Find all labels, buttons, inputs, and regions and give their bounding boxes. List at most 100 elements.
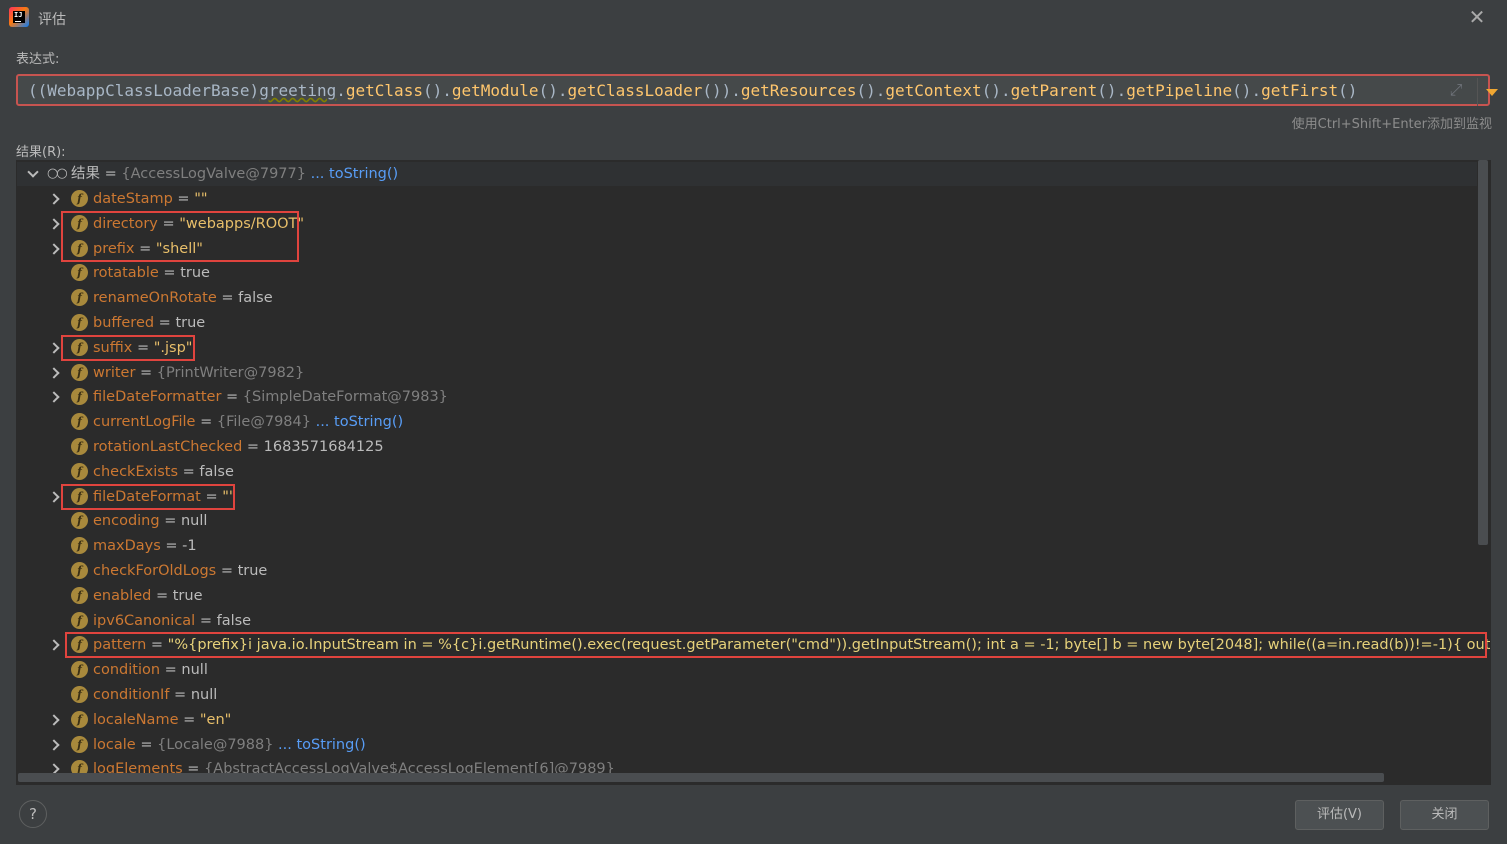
field-icon: f [71, 710, 88, 728]
field-value: {SimpleDateFormat@7983} [242, 389, 448, 406]
tree-row-ipv6Canonical[interactable]: f ipv6Canonical = false [17, 609, 1477, 633]
field-value: -1 [182, 538, 197, 555]
field-name: maxDays [93, 538, 161, 555]
chevron-right-icon[interactable] [48, 708, 60, 732]
tree-row-localeName[interactable]: f localeName = "en" [17, 708, 1477, 732]
field-icon: f [71, 686, 88, 703]
highlight-box [61, 334, 195, 361]
field-value: {File@7984} [216, 414, 311, 431]
chevron-right-icon[interactable] [48, 633, 60, 657]
dropdown-arrow-icon [1485, 88, 1498, 96]
tree-row-condition[interactable]: f condition = null [17, 658, 1477, 682]
tree-row-dateStamp[interactable]: f dateStamp = "" [17, 187, 1477, 211]
tree-row-locale[interactable]: f locale = {Locale@7988} ... toString() [17, 733, 1477, 757]
field-icon: f [71, 363, 88, 381]
field-name: buffered [93, 315, 155, 331]
chevron-right-icon[interactable] [48, 212, 60, 236]
chevron-right-icon[interactable] [48, 385, 60, 409]
chevron-right-icon[interactable] [48, 187, 60, 211]
field-icon: f [71, 462, 88, 480]
tree-row-fileDateFormatter[interactable]: f fileDateFormatter = {SimpleDateFormat@7… [17, 385, 1477, 409]
result-tree[interactable]: ○○ 结果 = {AccessLogValve@7977} ... toStri… [16, 160, 1491, 785]
field-name: prefix [93, 240, 135, 257]
tree-row-writer[interactable]: f writer = {PrintWriter@7982} [17, 361, 1477, 385]
field-icon: f [71, 611, 88, 629]
chevron-right-icon[interactable] [48, 336, 60, 360]
watch-glasses-icon: ○○ [47, 166, 68, 181]
tree-row-currentLogFile[interactable]: f currentLogFile = {File@7984} ... toStri… [17, 410, 1477, 434]
field-value: "shell" [155, 240, 203, 257]
tree-root-row[interactable]: ○○ 结果 = {AccessLogValve@7977} ... toStri… [17, 162, 1477, 186]
title-bar: IJ 评估 ✕ [0, 0, 1507, 36]
field-icon: f [71, 586, 88, 604]
field-icon: f [71, 388, 88, 406]
evaluate-button[interactable]: 评估(V) [1295, 800, 1384, 830]
field-icon: f [71, 190, 88, 207]
highlight-box [61, 483, 235, 510]
tree-row-maxDays[interactable]: f maxDays = -1 [17, 534, 1477, 558]
field-icon: f [71, 735, 88, 753]
field-name: checkExists [93, 463, 179, 480]
field-name: dateStamp [93, 191, 173, 207]
root-name: 结果 [71, 166, 100, 182]
tree-row-renameOnRotate[interactable]: f renameOnRotate = false [17, 286, 1477, 310]
field-value: 1683571684125 [263, 439, 384, 455]
field-name: fileDateFormatter [93, 389, 222, 406]
horizontal-scrollbar[interactable] [18, 773, 1384, 782]
chevron-down-icon[interactable] [26, 162, 38, 186]
tree-row-buffered[interactable]: f buffered = true [17, 311, 1477, 335]
field-value: {PrintWriter@7982} [156, 364, 305, 381]
field-name: ipv6Canonical [93, 612, 196, 629]
result-label: 结果(R): [16, 145, 66, 160]
tree-row-rotationLastChecked[interactable]: f rotationLastChecked = 1683571684125 [17, 435, 1477, 459]
tree-row-prefix[interactable]: f prefix = "shell" [17, 237, 1477, 261]
field-value: true [175, 315, 206, 331]
help-button[interactable]: ? [19, 800, 47, 828]
tree-row-suffix[interactable]: f suffix = ".jsp" [17, 336, 1477, 360]
expression-input[interactable]: ((WebappClassLoaderBase)greeting.getClas… [16, 74, 1498, 106]
tree-row-enabled[interactable]: f enabled = true [17, 584, 1477, 608]
field-value: null [190, 687, 218, 703]
chevron-right-icon[interactable] [48, 361, 60, 385]
field-icon: f [71, 289, 88, 307]
field-name: encoding [93, 513, 160, 530]
field-name: rotationLastChecked [93, 439, 243, 455]
field-name: currentLogFile [93, 414, 196, 431]
highlight-box [65, 632, 1487, 659]
field-name: conditionIf [93, 687, 170, 703]
close-button[interactable]: 关闭 [1400, 800, 1489, 830]
tree-row-checkForOldLogs[interactable]: f checkForOldLogs = true [17, 559, 1477, 583]
field-value: true [237, 563, 268, 579]
add-to-watch-hint: 使用Ctrl+Shift+Enter添加到监视 [1291, 117, 1492, 132]
tree-row-rotatable[interactable]: f rotatable = true [17, 261, 1477, 285]
field-icon: f [71, 239, 88, 257]
field-value: null [180, 513, 208, 530]
tree-row-encoding[interactable]: f encoding = null [17, 509, 1477, 533]
tostring-link[interactable]: ... toString() [273, 737, 366, 753]
tree-row-checkExists[interactable]: f checkExists = false [17, 460, 1477, 484]
chevron-right-icon[interactable] [48, 733, 60, 757]
expression-label: 表达式: [16, 52, 60, 67]
field-value: true [180, 265, 210, 282]
root-value: {AccessLogValve@7977} [121, 166, 306, 182]
field-value: false [199, 463, 234, 480]
chevron-right-icon[interactable] [48, 237, 60, 261]
root-tostring-link[interactable]: ... toString() [311, 166, 399, 182]
vertical-scrollbar[interactable] [1478, 160, 1488, 545]
field-icon: f [71, 438, 88, 455]
history-dropdown-button[interactable] [1477, 78, 1505, 106]
expand-icon[interactable]: ⤢ [1446, 80, 1466, 100]
expression-text[interactable]: ((WebappClassLoaderBase)greeting.getClas… [28, 81, 1357, 100]
field-icon: f [71, 264, 88, 282]
field-value: "en" [199, 711, 232, 728]
tree-row-fileDateFormat[interactable]: f fileDateFormat = "" [17, 485, 1477, 509]
window-title: 评估 [38, 12, 66, 28]
intellij-idea-icon: IJ [9, 7, 29, 27]
chevron-right-icon[interactable] [48, 485, 60, 509]
field-name: rotatable [93, 265, 159, 282]
close-icon[interactable]: ✕ [1467, 7, 1487, 27]
tostring-link[interactable]: ... toString() [311, 414, 404, 430]
tree-row-conditionIf[interactable]: f conditionIf = null [17, 683, 1477, 707]
field-value: true [172, 587, 203, 604]
field-icon: f [71, 413, 88, 431]
